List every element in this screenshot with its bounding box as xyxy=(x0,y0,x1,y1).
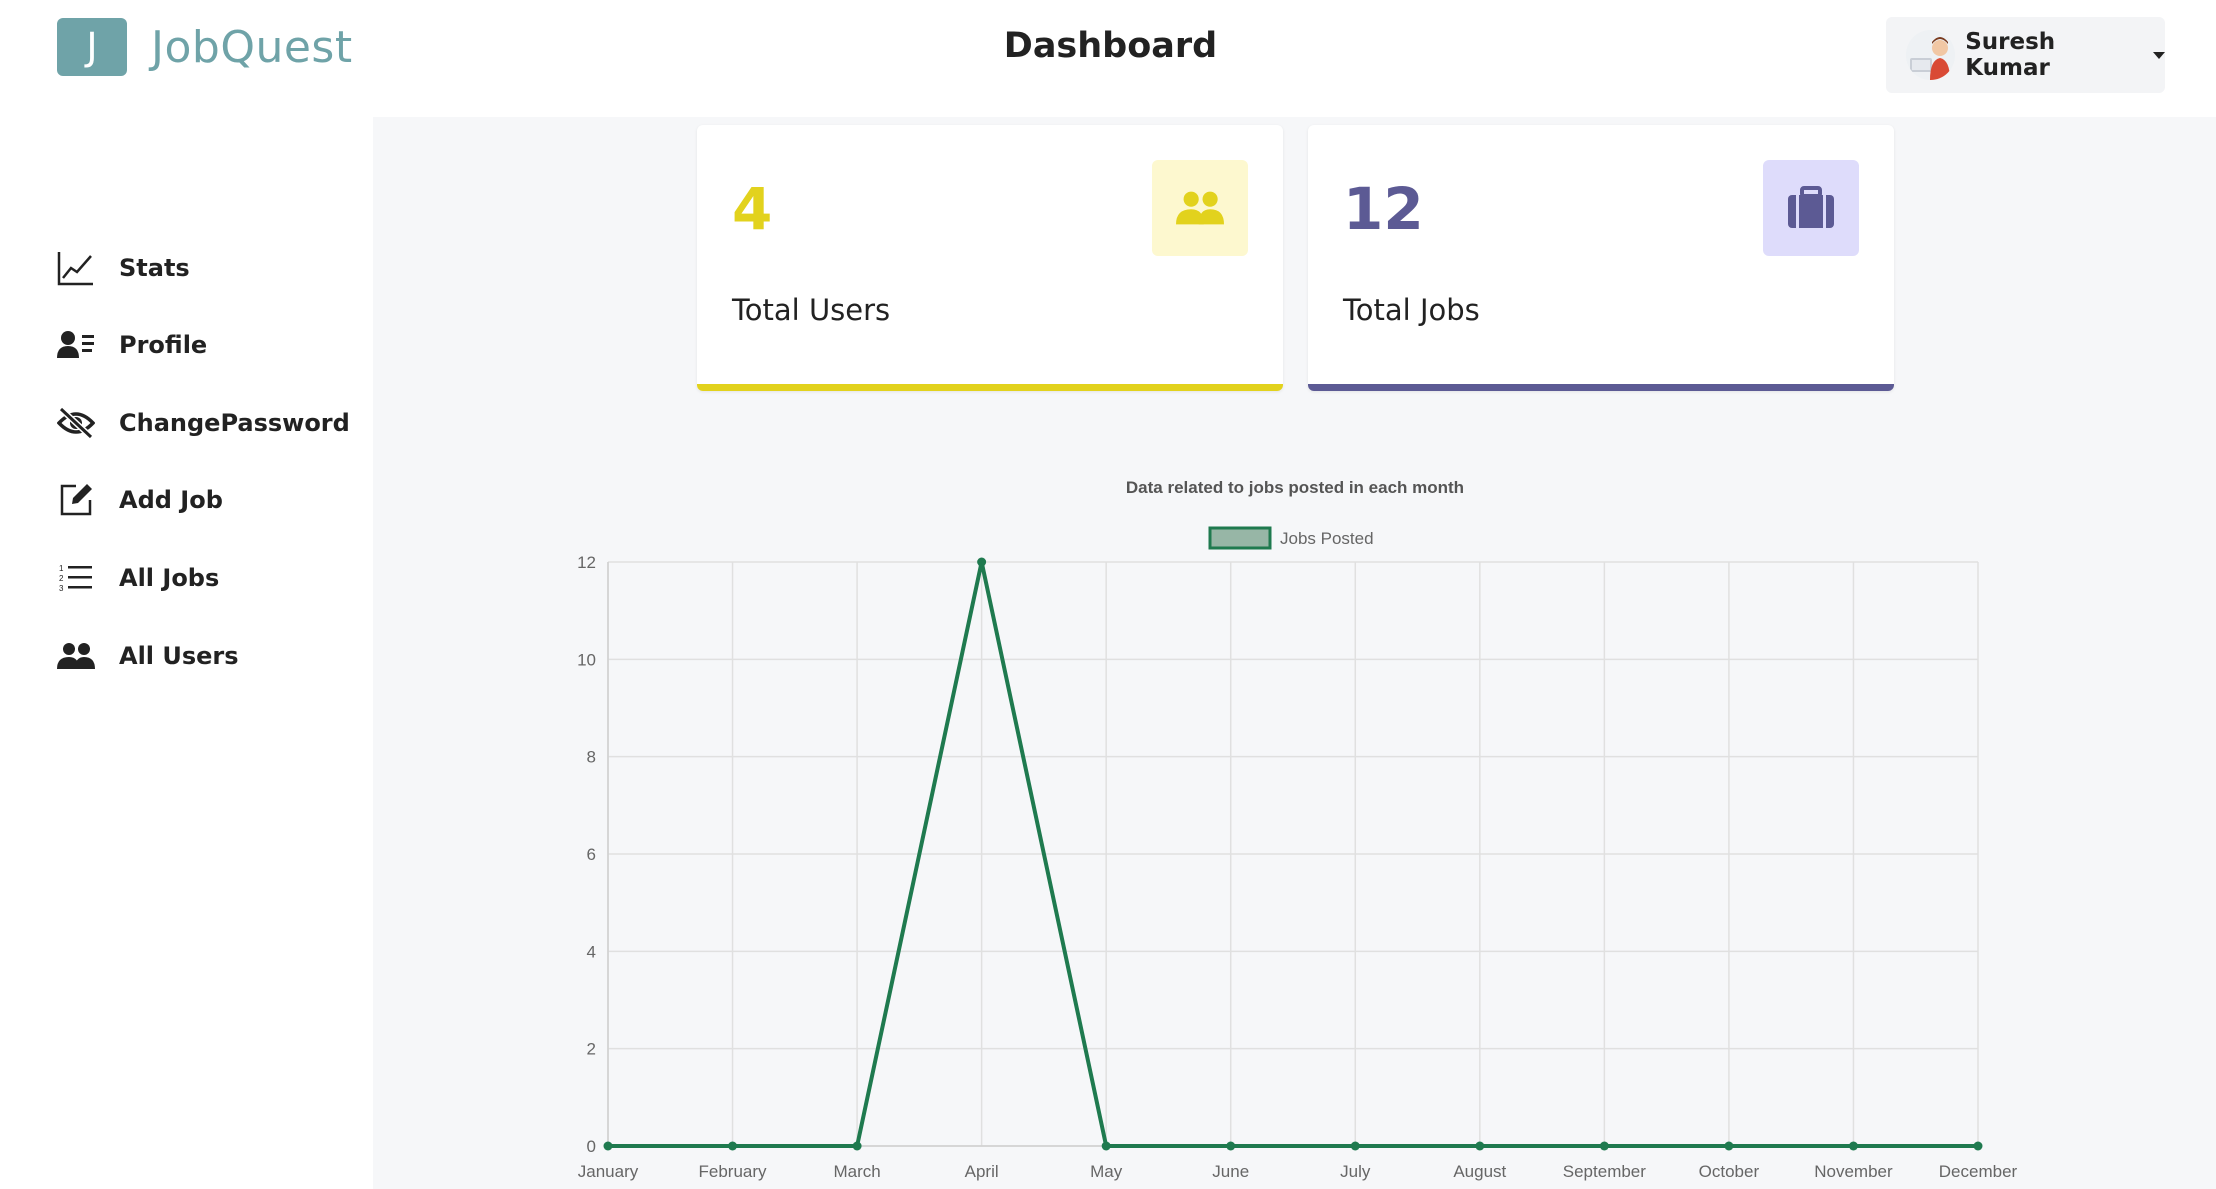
sidebar-item-label: ChangePassword xyxy=(119,409,350,437)
data-point[interactable] xyxy=(1599,1141,1609,1151)
edit-icon xyxy=(57,481,95,519)
svg-text:3: 3 xyxy=(59,584,64,593)
sidebar: Stats Profile ChangePassword Add Job 123… xyxy=(0,117,373,1189)
data-point[interactable] xyxy=(1226,1141,1236,1151)
main-content: 4 Total Users 12 Total Jobs Data related… xyxy=(373,117,2216,1189)
svg-text:1: 1 xyxy=(59,564,64,573)
y-tick-label: 6 xyxy=(587,845,596,864)
x-tick-label: June xyxy=(1212,1162,1249,1181)
sidebar-item-label: Add Job xyxy=(119,486,223,514)
x-tick-label: July xyxy=(1340,1162,1371,1181)
x-tick-label: September xyxy=(1563,1162,1646,1181)
chart-legend[interactable]: Jobs Posted xyxy=(1208,526,1374,550)
x-tick-label: April xyxy=(965,1162,999,1181)
x-tick-label: October xyxy=(1699,1162,1760,1181)
data-point[interactable] xyxy=(977,557,987,567)
sidebar-item-label: All Jobs xyxy=(119,564,220,592)
data-point[interactable] xyxy=(1724,1141,1734,1151)
y-tick-label: 10 xyxy=(577,650,596,669)
profile-card-icon xyxy=(57,326,95,364)
y-tick-label: 12 xyxy=(577,553,596,572)
x-tick-label: May xyxy=(1090,1162,1123,1181)
page-title: Dashboard xyxy=(1003,26,1218,66)
sidebar-item-add-job[interactable]: Add Job xyxy=(57,475,223,525)
data-point[interactable] xyxy=(1848,1141,1858,1151)
sidebar-item-all-jobs[interactable]: 123 All Jobs xyxy=(57,553,219,603)
user-name: Suresh Kumar xyxy=(1965,29,2056,81)
x-tick-label: December xyxy=(1939,1162,2018,1181)
sidebar-item-changepassword[interactable]: ChangePassword xyxy=(57,398,350,448)
x-tick-label: November xyxy=(1814,1162,1893,1181)
y-tick-label: 8 xyxy=(587,748,596,767)
avatar xyxy=(1906,30,1956,80)
x-tick-label: August xyxy=(1453,1162,1506,1181)
sidebar-item-label: Profile xyxy=(119,331,208,359)
chart-grid xyxy=(607,561,1979,1147)
jobs-line-chart: Data related to jobs posted in each mont… xyxy=(577,478,2017,1181)
chart-axes: 0 2 4 6 8 10 12 January February March April May Jun… xyxy=(577,553,2017,1181)
legend-swatch xyxy=(1208,526,1272,550)
chevron-down-icon xyxy=(2153,51,2165,59)
data-point[interactable] xyxy=(1475,1141,1485,1151)
line-chart-icon xyxy=(57,249,95,287)
data-point[interactable] xyxy=(852,1141,862,1151)
top-header: J JobQuest Dashboard Suresh Kumar xyxy=(0,0,2216,117)
sidebar-item-stats[interactable]: Stats xyxy=(57,243,190,293)
eye-slash-icon xyxy=(57,404,95,442)
chart-title: Data related to jobs posted in each mont… xyxy=(1126,478,1464,497)
x-tick-label: February xyxy=(699,1162,768,1181)
y-tick-label: 4 xyxy=(587,942,596,961)
sidebar-item-profile[interactable]: Profile xyxy=(57,320,207,370)
y-tick-label: 2 xyxy=(587,1040,596,1059)
data-point[interactable] xyxy=(1973,1141,1983,1151)
sidebar-item-label: Stats xyxy=(119,254,190,282)
data-point[interactable] xyxy=(603,1141,613,1151)
svg-text:2: 2 xyxy=(59,574,64,583)
users-icon xyxy=(57,637,95,675)
avatar-illustration xyxy=(1910,37,1950,80)
user-menu-button[interactable]: Suresh Kumar xyxy=(1886,17,2165,93)
list-icon: 123 xyxy=(57,559,95,597)
sidebar-item-all-users[interactable]: All Users xyxy=(57,631,239,681)
y-tick-label: 0 xyxy=(587,1137,596,1156)
data-point[interactable] xyxy=(1101,1141,1111,1151)
sidebar-item-label: All Users xyxy=(119,642,239,670)
data-point[interactable] xyxy=(1350,1141,1360,1151)
x-tick-label: January xyxy=(578,1162,639,1181)
data-point[interactable] xyxy=(728,1141,738,1151)
legend-label: Jobs Posted xyxy=(1280,529,1374,548)
x-tick-label: March xyxy=(833,1162,880,1181)
